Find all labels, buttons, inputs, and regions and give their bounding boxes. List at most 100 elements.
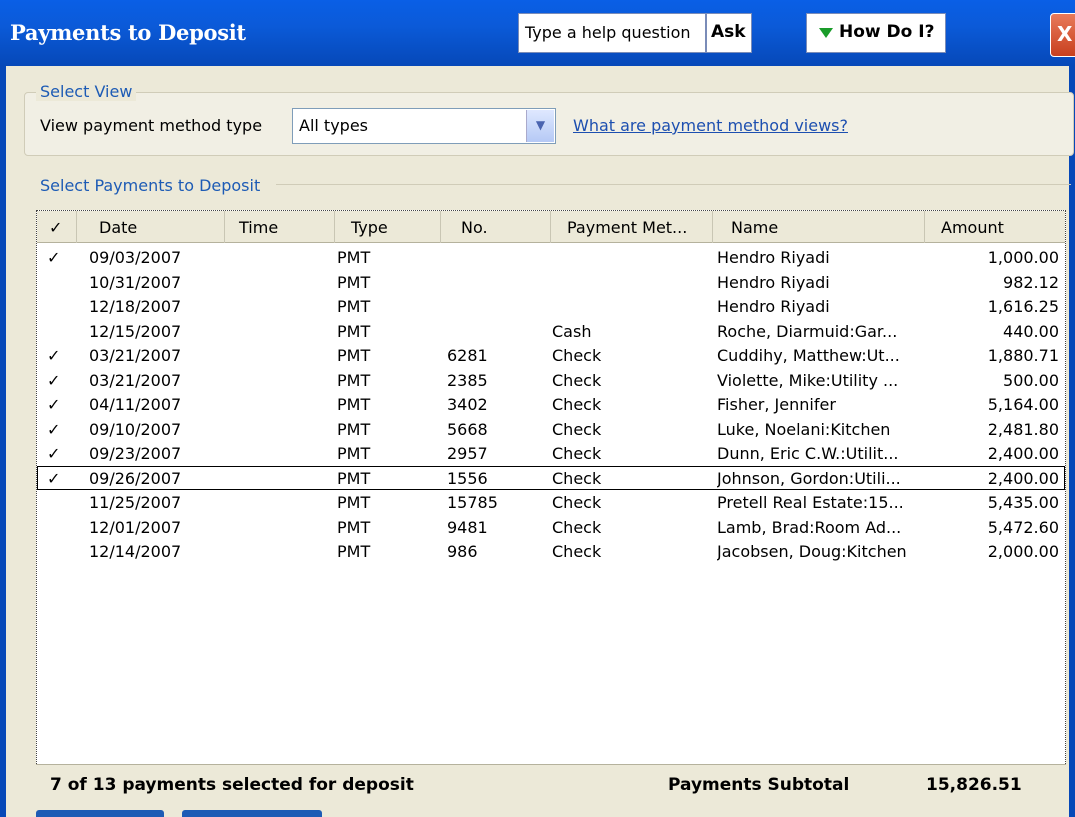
table-row[interactable]: ✓ 03/21/2007 PMT 2385 Check Violette, Mike:Ut… [37,368,1065,393]
payment-method-views-link[interactable]: What are payment method views? [573,116,848,135]
bottom-tab-left[interactable] [36,810,164,817]
table-row[interactable]: 11/25/2007 PMT 15785 Check Pretell Real Esta… [37,490,1065,515]
table-row[interactable]: ✓ 03/21/2007 PMT 6281 Check Cuddihy, Matthew:… [37,343,1065,368]
row-number: 986 [447,542,478,561]
row-date: 09/03/2007 [89,248,182,267]
how-do-i-label: How Do I? [839,22,935,42]
col-date[interactable]: Date [77,211,225,243]
row-type: PMT [337,248,371,267]
row-type: PMT [337,493,371,512]
row-name: Hendro Riyadi [717,272,830,292]
row-number: 6281 [447,346,488,365]
help-search-input[interactable]: Type a help question [518,13,706,53]
subtotal-label: Payments Subtotal [668,775,850,795]
row-date: 12/14/2007 [89,542,182,561]
row-date: 11/25/2007 [89,493,182,512]
col-no[interactable]: No. [441,211,551,243]
table-row[interactable]: 12/15/2007 PMT Cash Roche, Diarmuid:Gar... 4… [37,319,1065,344]
row-date: 12/15/2007 [89,321,182,341]
payment-method-value: All types [299,116,368,135]
payments-table[interactable]: ✓ Date Time Type No. Payment Met... Name… [36,210,1066,800]
row-type: PMT [337,419,371,439]
row-checkmark: ✓ [47,444,61,463]
table-header: ✓ Date Time Type No. Payment Met... Name… [37,211,1065,243]
row-name: Hendro Riyadi [717,248,830,267]
row-amount: 2,400.00 [987,444,1059,463]
row-payment-method: Cash [552,321,592,341]
select-view-legend: Select View [36,82,137,101]
row-date: 03/21/2007 [89,346,182,365]
close-button[interactable]: X [1050,13,1075,57]
how-do-i-button[interactable]: How Do I? [806,13,946,53]
table-row[interactable]: 12/14/2007 PMT 986 Check Jacobsen, Doug:Kitc… [37,539,1065,564]
row-date: 03/21/2007 [89,370,182,390]
row-date: 09/26/2007 [89,468,182,488]
table-row[interactable]: ✓ 09/10/2007 PMT 5668 Check Luke, Noelani:Kit… [37,417,1065,442]
col-name[interactable]: Name [713,211,925,243]
row-number: 2385 [447,370,488,390]
table-row[interactable]: ✓ 04/11/2007 PMT 3402 Check Fisher, Jennifer 5… [37,392,1065,417]
row-name: Fisher, Jennifer [717,395,836,414]
title-bar: Payments to Deposit Type a help question… [0,0,1075,66]
col-amount[interactable]: Amount [925,211,1065,243]
row-number: 1556 [447,468,488,488]
table-row[interactable]: ✓ 09/23/2007 PMT 2957 Check Dunn, Eric C.W.:U… [37,441,1065,466]
row-date: 12/18/2007 [89,297,182,316]
row-type: PMT [337,395,371,414]
bottom-tab-right[interactable] [182,810,322,817]
ask-button[interactable]: Ask [706,13,752,53]
row-name: Dunn, Eric C.W.:Utilit... [717,444,899,463]
row-number: 5668 [447,419,488,439]
row-amount: 2,000.00 [987,542,1059,561]
table-row[interactable]: ✓ 09/03/2007 PMT Hendro Riyadi 1,000.00 [37,245,1065,270]
row-checkmark: ✓ [47,419,61,439]
row-name: Lamb, Brad:Room Ad... [717,517,902,537]
row-payment-method: Check [552,419,602,439]
row-payment-method: Check [552,517,602,537]
row-name: Hendro Riyadi [717,297,830,316]
row-amount: 1,000.00 [987,248,1059,267]
row-name: Roche, Diarmuid:Gar... [717,321,898,341]
row-type: PMT [337,517,371,537]
table-row[interactable]: 12/18/2007 PMT Hendro Riyadi 1,616.25 [37,294,1065,319]
row-checkmark: ✓ [47,395,61,414]
group-divider [276,184,1071,185]
row-date: 09/23/2007 [89,444,182,463]
col-time[interactable]: Time [225,211,335,243]
row-payment-method: Check [552,468,602,488]
view-type-label: View payment method type [40,116,263,135]
row-checkmark: ✓ [47,248,61,267]
subtotal-value: 15,826.51 [926,775,1022,795]
col-check[interactable]: ✓ [37,211,77,243]
table-row[interactable]: 12/01/2007 PMT 9481 Check Lamb, Brad:Room Ad… [37,515,1065,540]
chevron-down-icon[interactable]: ▼ [526,110,554,142]
row-checkmark: ✓ [47,346,61,365]
row-number: 3402 [447,395,488,414]
row-name: Johnson, Gordon:Utili... [717,468,901,488]
selection-status: 7 of 13 payments selected for deposit [50,775,414,795]
row-date: 10/31/2007 [89,272,182,292]
row-name: Pretell Real Estate:15... [717,493,904,512]
row-type: PMT [337,468,371,488]
row-number: 2957 [447,444,488,463]
row-name: Luke, Noelani:Kitchen [717,419,891,439]
row-number: 9481 [447,517,488,537]
row-payment-method: Check [552,542,602,561]
table-row[interactable]: ✓ 09/26/2007 PMT 1556 Check Johnson, Gordon:U… [37,465,1065,490]
row-amount: 2,400.00 [987,468,1059,488]
row-date: 12/01/2007 [89,517,182,537]
row-amount: 5,164.00 [987,395,1059,414]
col-payment-method[interactable]: Payment Met... [551,211,713,243]
row-type: PMT [337,346,371,365]
row-amount: 2,481.80 [987,419,1059,439]
row-date: 04/11/2007 [89,395,182,414]
row-amount: 1,880.71 [987,346,1059,365]
col-type[interactable]: Type [335,211,441,243]
row-name: Violette, Mike:Utility ... [717,370,899,390]
table-footer: 7 of 13 payments selected for deposit Pa… [36,764,1066,804]
table-row[interactable]: 10/31/2007 PMT Hendro Riyadi 982.12 [37,270,1065,295]
window-title: Payments to Deposit [10,20,246,45]
row-type: PMT [337,321,371,341]
payment-method-select[interactable]: All types ▼ [292,108,556,144]
row-payment-method: Check [552,395,602,414]
